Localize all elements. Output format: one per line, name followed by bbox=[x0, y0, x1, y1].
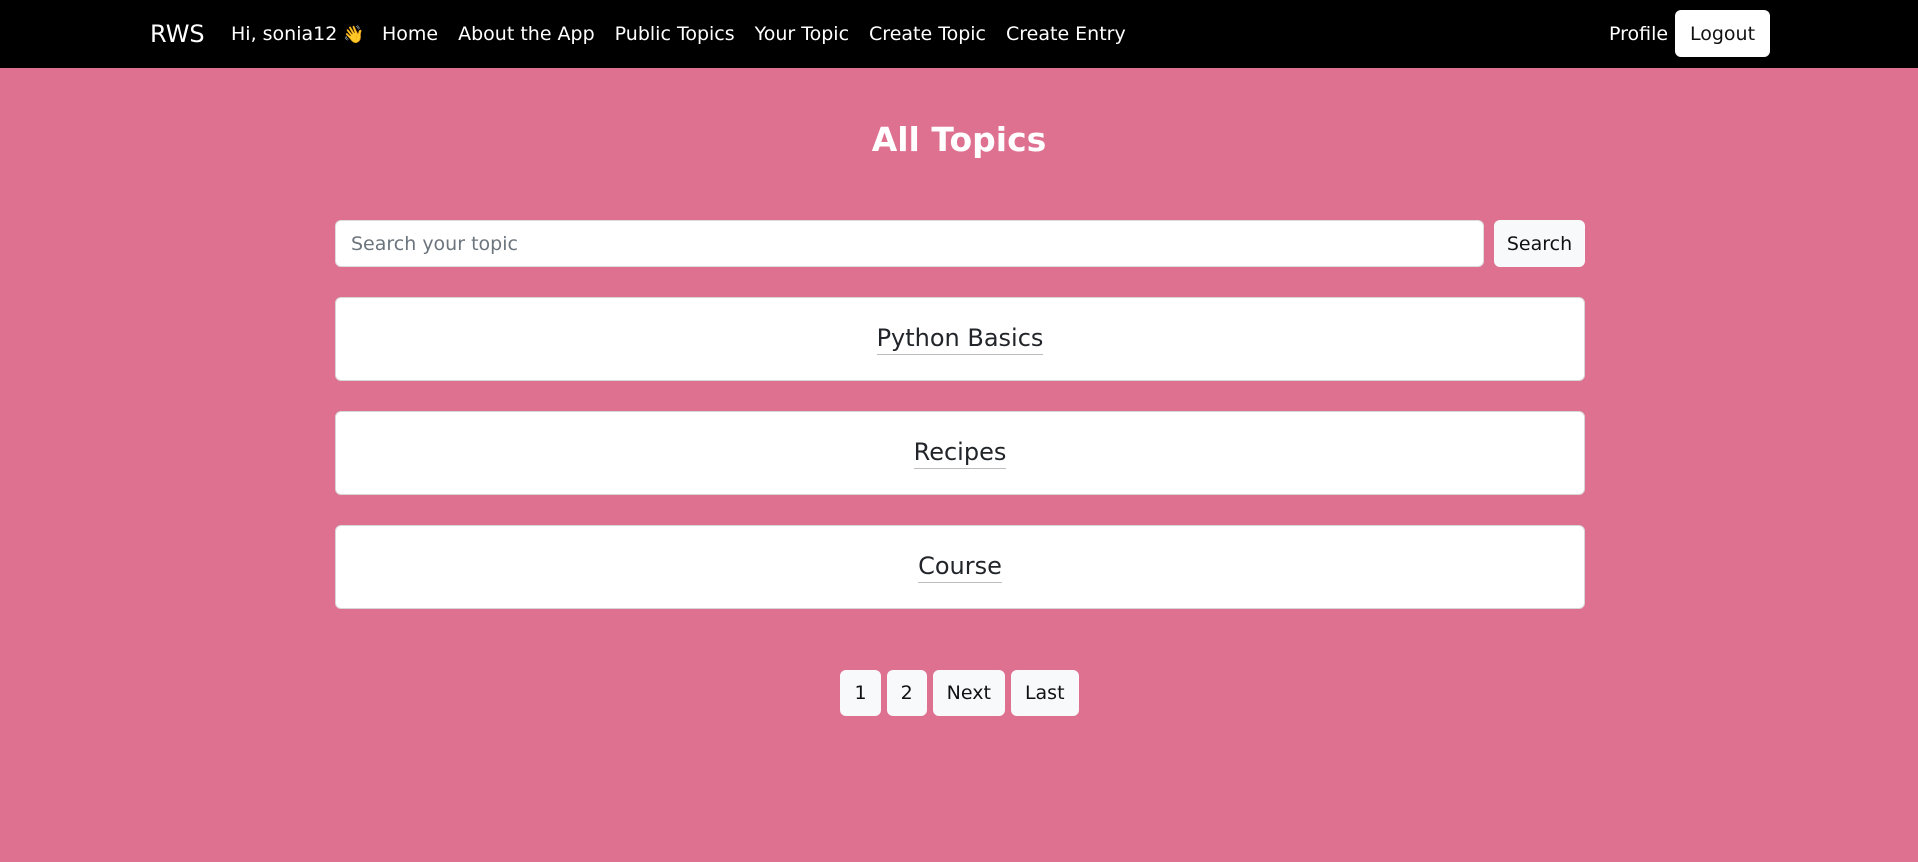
page-title: All Topics bbox=[871, 120, 1047, 159]
greeting-text: Hi, sonia12 bbox=[231, 23, 338, 45]
user-greeting: Hi, sonia12 👋 bbox=[231, 22, 364, 47]
topic-card: Python Basics bbox=[335, 297, 1585, 381]
nav-link-create-topic[interactable]: Create Topic bbox=[869, 22, 986, 46]
logout-button[interactable]: Logout bbox=[1675, 10, 1770, 57]
nav-link-home[interactable]: Home bbox=[382, 22, 438, 46]
topic-link-python-basics[interactable]: Python Basics bbox=[876, 323, 1044, 355]
nav-link-profile[interactable]: Profile bbox=[1609, 22, 1668, 46]
nav-link-public-topics[interactable]: Public Topics bbox=[615, 22, 735, 46]
nav-link-about[interactable]: About the App bbox=[458, 22, 595, 46]
nav-link-your-topic[interactable]: Your Topic bbox=[755, 22, 849, 46]
topic-card: Course bbox=[335, 525, 1585, 609]
topic-link-course[interactable]: Course bbox=[918, 551, 1002, 583]
nav-link-create-entry[interactable]: Create Entry bbox=[1006, 22, 1126, 46]
topic-link-recipes[interactable]: Recipes bbox=[913, 437, 1007, 469]
navbar: RWS Hi, sonia12 👋 Home About the App Publ… bbox=[0, 0, 1918, 68]
search-button[interactable]: Search bbox=[1494, 220, 1585, 267]
search-input[interactable] bbox=[335, 220, 1484, 267]
brand-logo[interactable]: RWS bbox=[150, 19, 205, 49]
pagination: 1 2 Next Last bbox=[0, 670, 1918, 716]
topic-card: Recipes bbox=[335, 411, 1585, 495]
last-page-button[interactable]: Last bbox=[1010, 670, 1079, 716]
page-1-button[interactable]: 1 bbox=[840, 670, 881, 716]
page-2-button[interactable]: 2 bbox=[886, 670, 927, 716]
next-page-button[interactable]: Next bbox=[932, 670, 1005, 716]
waving-hand-icon: 👋 bbox=[343, 25, 365, 45]
nav-links: Home About the App Public Topics Your To… bbox=[382, 22, 1126, 46]
